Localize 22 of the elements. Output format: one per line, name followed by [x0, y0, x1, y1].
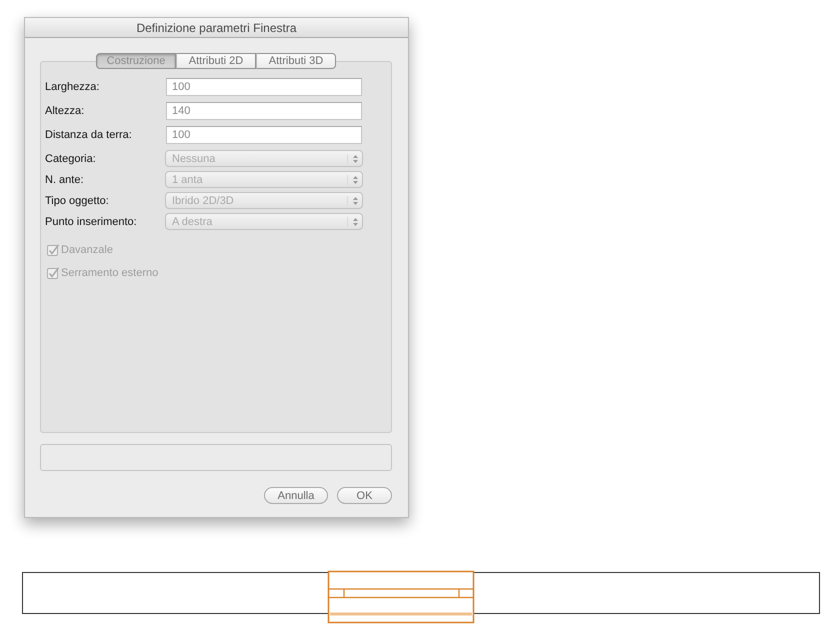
- updown-arrows-icon: [347, 216, 359, 226]
- field-label: N. ante:: [45, 174, 85, 186]
- tab[interactable]: Costruzione: [96, 53, 176, 69]
- field-label: Punto inserimento:: [45, 216, 138, 228]
- checkbox-label: Serramento esterno: [61, 267, 158, 279]
- checkbox-label: Davanzale: [61, 244, 113, 256]
- updown-arrows-icon: [347, 154, 359, 164]
- tab[interactable]: Attributi 3D: [256, 53, 336, 69]
- dialog-button[interactable]: Annulla: [264, 487, 328, 504]
- field-label: Categoria:: [45, 152, 97, 164]
- tab[interactable]: Attributi 2D: [176, 53, 256, 69]
- field-label: Altezza:: [45, 105, 86, 117]
- dialog-button[interactable]: OK: [337, 487, 392, 504]
- input-field[interactable]: 100: [166, 78, 362, 96]
- updown-arrows-icon: [347, 196, 359, 206]
- window-title: Definizione parametri Finestra: [136, 20, 297, 34]
- field-label: Larghezza:: [45, 81, 100, 93]
- input-field[interactable]: 100: [166, 126, 362, 144]
- input-field[interactable]: 140: [166, 102, 362, 120]
- updown-arrows-icon: [347, 174, 359, 184]
- field-label: Tipo oggetto:: [45, 194, 110, 206]
- field-label: Distanza da terra:: [45, 129, 133, 141]
